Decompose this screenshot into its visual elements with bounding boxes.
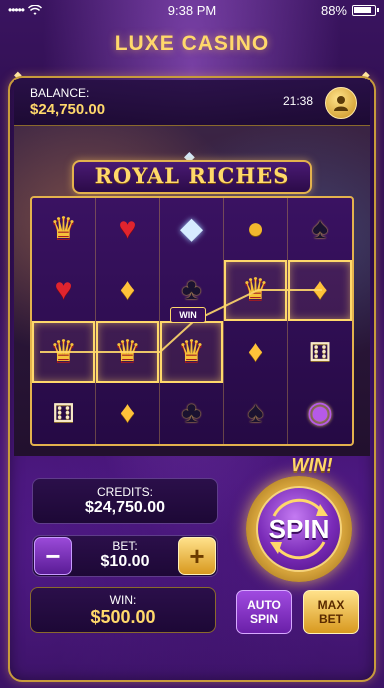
reel-cell: ♠: [224, 382, 288, 444]
diamond-icon: ♦: [119, 396, 136, 430]
win-value: $500.00: [90, 607, 156, 627]
reel-cell: ♥: [96, 198, 160, 260]
battery-icon: [352, 5, 379, 16]
crown-icon: ♛: [50, 334, 77, 368]
reel-cell: ♣: [160, 382, 224, 444]
increase-bet-button[interactable]: +: [178, 537, 216, 575]
spin-label: SPIN: [268, 513, 330, 544]
gem-icon: ◆: [179, 211, 204, 245]
crown-icon: ♛: [242, 273, 269, 307]
crown-icon: ♛: [178, 334, 205, 368]
credits-panel: CREDITS: $24,750.00: [32, 478, 218, 524]
reel-cell: ♛: [96, 321, 160, 383]
reel-cell: ●: [224, 198, 288, 260]
status-right: 88%: [320, 3, 379, 18]
battery-percent: 88%: [320, 3, 347, 18]
crown-icon: ♛: [50, 211, 77, 245]
reel-cell: ⚅: [32, 382, 96, 444]
auto-spin-label-line2: SPIN: [249, 612, 278, 626]
reel-cell: ♥: [32, 259, 96, 321]
diamond-icon: ♦: [247, 334, 264, 368]
dice-icon: ⚅: [52, 398, 75, 429]
reel-cell: ♛: [224, 259, 288, 321]
decrease-bet-button[interactable]: −: [34, 537, 72, 575]
win-label: WIN:: [109, 593, 137, 607]
reel-cell: ◆: [160, 198, 224, 260]
reel-cell: ♦: [288, 259, 352, 321]
heart-icon: ♥: [118, 211, 137, 245]
game-title: ROYAL RICHES: [94, 163, 290, 188]
club-icon: ♣: [181, 273, 202, 307]
club-icon: ♣: [181, 396, 202, 430]
reel-cell: ♦: [96, 259, 160, 321]
spade-icon: ♠: [247, 396, 264, 430]
reel-cell: ♛: [32, 321, 96, 383]
spade-icon: ♠: [312, 211, 328, 245]
status-bar: ••••• 9:38 PM 88%: [0, 0, 384, 22]
reel-cell: ♛: [160, 321, 224, 383]
reel-cell: ♦: [96, 382, 160, 444]
dice-icon: ⚅: [308, 336, 332, 367]
balance-label: BALANCE:: [30, 86, 90, 100]
app-title: LUXE CASINO: [114, 32, 270, 55]
credits-value: $24,750.00: [84, 499, 166, 516]
max-bet-label-line2: BET: [318, 612, 343, 626]
max-bet-button[interactable]: MAX BET: [303, 590, 359, 634]
auto-spin-button[interactable]: AUTO SPIN: [236, 590, 292, 634]
reel-cell: ♦: [224, 321, 288, 383]
crown-icon: ♛: [114, 334, 141, 368]
auto-spin-label-line1: AUTO: [247, 598, 281, 612]
reel-cell: ⚅: [288, 321, 352, 383]
user-icon: [334, 96, 348, 111]
reel-cell: ♛: [32, 198, 96, 260]
coins-icon: ●: [246, 211, 265, 245]
reel-cell: ♠: [288, 198, 352, 260]
credits-label: CREDITS:: [96, 485, 153, 499]
win-line-label: WIN: [170, 307, 206, 323]
diamond-icon: ♦: [119, 273, 136, 307]
profile-button[interactable]: [325, 87, 357, 119]
reel-cell: ◉: [288, 383, 352, 445]
header-clock: 21:38: [283, 94, 314, 108]
game-screen: ••••• 9:38 PM 88% LUXE CASINO ◆ ◆ BALANC…: [0, 0, 384, 688]
spin-button[interactable]: SPIN: [256, 486, 342, 572]
balance-value: $24,750.00: [30, 101, 106, 118]
max-bet-label-line1: MAX: [317, 598, 345, 612]
diamond-icon: ♦: [312, 273, 328, 307]
win-banner: WIN!: [291, 455, 333, 475]
ring-icon: ◉: [306, 396, 334, 430]
win-panel: WIN: $500.00: [30, 587, 216, 633]
heart-icon: ♥: [54, 273, 73, 307]
